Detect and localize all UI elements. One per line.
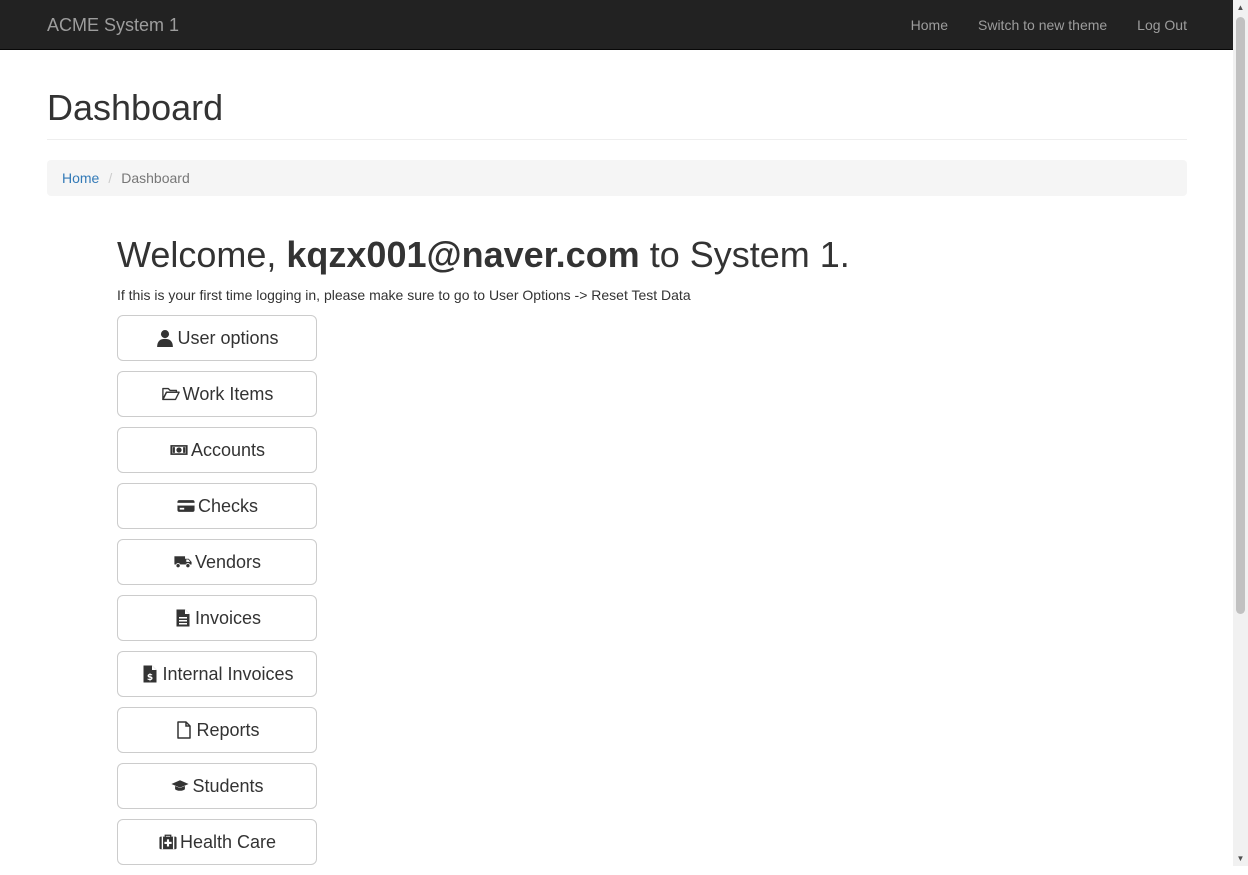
file-text-icon [173, 608, 193, 628]
credit-card-icon [176, 496, 196, 516]
health-care-label: Health Care [179, 831, 277, 852]
scroll-thumb[interactable] [1236, 17, 1245, 614]
navbar: ACME System 1 Home Switch to new theme L… [0, 0, 1233, 50]
accounts-button[interactable]: Accounts [117, 427, 317, 473]
students-label: Students [192, 775, 264, 796]
invoices-label: Invoices [194, 607, 262, 628]
breadcrumb-current: Dashboard [121, 170, 190, 186]
checks-button[interactable]: Checks [117, 483, 317, 529]
reports-button[interactable]: Reports [117, 707, 317, 753]
svg-text:$: $ [147, 673, 153, 683]
work-items-label: Work Items [182, 383, 274, 404]
medkit-icon [158, 832, 178, 852]
nav-switch-theme-link[interactable]: Switch to new theme [978, 0, 1107, 50]
vendors-button[interactable]: Vendors [117, 539, 317, 585]
welcome-heading: Welcome, kqzx001@naver.com to System 1. [117, 233, 850, 277]
file-invoice-dollar-icon: $ [140, 664, 160, 684]
health-care-button[interactable]: Health Care [117, 819, 317, 865]
internal-invoices-label: Internal Invoices [162, 663, 294, 684]
dashboard-menu: User options Work Items Accounts Checks … [117, 315, 317, 875]
internal-invoices-button[interactable]: $ Internal Invoices [117, 651, 317, 697]
user-options-button[interactable]: User options [117, 315, 317, 361]
folder-open-icon [161, 384, 181, 404]
page-header: Dashboard [47, 86, 1187, 140]
scroll-down-arrow-icon[interactable]: ▼ [1233, 851, 1248, 866]
user-icon [155, 328, 175, 348]
reports-label: Reports [196, 719, 260, 740]
file-icon [174, 720, 194, 740]
brand[interactable]: ACME System 1 [47, 15, 179, 35]
page-title: Dashboard [47, 87, 224, 128]
user-options-label: User options [177, 327, 279, 348]
welcome-prefix: Welcome, [117, 234, 287, 275]
welcome-email: kqzx001@naver.com [286, 234, 640, 275]
first-login-notice: If this is your first time logging in, p… [117, 287, 691, 303]
money-bill-icon [169, 440, 189, 460]
work-items-button[interactable]: Work Items [117, 371, 317, 417]
checks-label: Checks [197, 495, 259, 516]
truck-icon [173, 552, 193, 572]
nav-home-link[interactable]: Home [911, 0, 948, 50]
nav-logout-link[interactable]: Log Out [1137, 0, 1187, 50]
breadcrumb-home-link[interactable]: Home [62, 160, 99, 196]
breadcrumb: Home / Dashboard [47, 160, 1187, 196]
scroll-up-arrow-icon[interactable]: ▲ [1233, 0, 1248, 15]
graduation-cap-icon [170, 776, 190, 796]
accounts-label: Accounts [190, 439, 266, 460]
nav-links: Home Switch to new theme Log Out [881, 0, 1187, 50]
breadcrumb-separator: / [108, 170, 113, 186]
scrollbar[interactable]: ▲ ▼ [1233, 0, 1248, 866]
vendors-label: Vendors [194, 551, 262, 572]
welcome-suffix: to System 1. [639, 234, 850, 275]
students-button[interactable]: Students [117, 763, 317, 809]
invoices-button[interactable]: Invoices [117, 595, 317, 641]
